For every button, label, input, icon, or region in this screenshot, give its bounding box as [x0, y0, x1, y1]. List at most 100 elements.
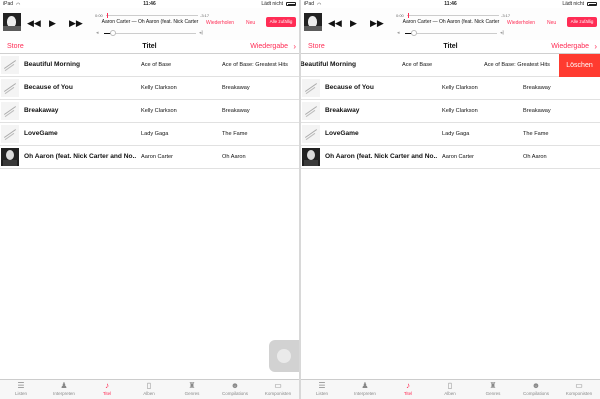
song-row[interactable]: Because of You Kelly Clarkson Breakaway	[0, 77, 299, 100]
song-artist: Kelly Clarkson	[141, 108, 177, 114]
album-artwork-thumbnail	[1, 148, 19, 166]
volume-low-icon: ◂	[96, 30, 99, 36]
play-icon[interactable]: ▶	[350, 18, 357, 28]
volume-knob[interactable]	[411, 30, 418, 36]
song-row[interactable]: LoveGame Lady Gaga The Fame	[0, 123, 299, 146]
new-button[interactable]: Neu	[547, 20, 556, 26]
song-artist: Aaron Carter	[141, 154, 174, 160]
music-note-icon: ♪	[406, 381, 410, 390]
tab-titel[interactable]: ♪ Titel	[387, 380, 429, 399]
tab-interpreten[interactable]: ♟ Interpreten	[43, 380, 85, 399]
navigation-bar: Store Titel Wiedergabe ›	[301, 40, 600, 54]
compilation-icon: ☻	[230, 381, 240, 390]
clock: 11:46	[143, 1, 156, 7]
song-row[interactable]: Beautiful Morning Ace of Base Ace of Base:…	[0, 54, 299, 77]
playlist-icon: ☰	[17, 381, 25, 390]
tab-alben[interactable]: ▯ Alben	[128, 380, 170, 399]
status-bar: iPad ◠ 11:46 Lädt nicht	[301, 0, 600, 8]
progress-playhead[interactable]	[106, 13, 108, 18]
remaining-time: -3:17	[200, 13, 210, 18]
chevron-right-icon[interactable]: ›	[594, 42, 597, 51]
song-album: The Fame	[222, 131, 248, 137]
song-row[interactable]: Oh Aaron (feat. Nick Carter and No... Aar…	[0, 146, 299, 169]
now-playing-artwork[interactable]	[3, 13, 21, 31]
elapsed-time: 0:00	[396, 13, 404, 18]
song-artist: Aaron Carter	[442, 154, 475, 160]
tab-label: Compilations	[522, 391, 549, 396]
album-artwork-thumbnail	[302, 148, 320, 166]
previous-track-icon[interactable]: ◀◀	[27, 18, 41, 28]
tab-listen[interactable]: ☰ Listen	[0, 380, 42, 399]
repeat-button[interactable]: Wiederholen	[507, 20, 535, 26]
ipad-screen-left: iPad ◠ 11:46 Lädt nicht ◀◀ ▶ ▶▶ 0:00 -3:…	[0, 0, 299, 399]
now-playing-artwork[interactable]	[304, 13, 322, 31]
tab-label: Komponisten	[565, 391, 593, 396]
shuffle-all-button[interactable]: Alle zufällig	[567, 17, 597, 27]
song-artist: Kelly Clarkson	[442, 85, 478, 91]
song-row[interactable]: Breakaway Kelly Clarkson Breakaway	[301, 100, 600, 123]
tab-genres[interactable]: ♜ Genres	[171, 380, 213, 399]
tab-alben[interactable]: ▯ Alben	[429, 380, 471, 399]
album-artwork-thumbnail	[1, 56, 19, 74]
tab-label: Compilations	[221, 391, 248, 396]
tab-label: Listen	[315, 391, 328, 396]
repeat-button[interactable]: Wiederholen	[206, 20, 234, 26]
song-artist: Lady Gaga	[442, 131, 470, 137]
delete-button[interactable]: Löschen	[559, 54, 600, 77]
album-icon: ▯	[447, 381, 453, 390]
song-row[interactable]: Breakaway Kelly Clarkson Breakaway	[0, 100, 299, 123]
artist-icon: ♟	[60, 381, 68, 390]
song-row[interactable]: Because of You Kelly Clarkson Breakaway	[301, 77, 600, 100]
tab-label: Alben	[143, 391, 155, 396]
tab-titel[interactable]: ♪ Titel	[86, 380, 128, 399]
next-track-icon[interactable]: ▶▶	[69, 18, 83, 28]
volume-low-icon: ◂	[397, 30, 400, 36]
previous-track-icon[interactable]: ◀◀	[328, 18, 342, 28]
play-icon[interactable]: ▶	[49, 18, 56, 28]
now-playing-button[interactable]: Wiedergabe	[250, 43, 288, 50]
song-title: Beautiful Morning	[24, 61, 81, 68]
next-track-icon[interactable]: ▶▶	[370, 18, 384, 28]
tab-komponisten[interactable]: ▭ Komponisten	[257, 380, 299, 399]
song-row[interactable]: Oh Aaron (feat. Nick Carter and No... Aar…	[301, 146, 600, 169]
status-bar: iPad ◠ 11:46 Lädt nicht	[0, 0, 299, 8]
song-title: Because of You	[24, 84, 73, 91]
song-artist: Ace of Base	[402, 62, 433, 68]
song-artist: Kelly Clarkson	[442, 108, 478, 114]
player-controls: ◀◀ ▶ ▶▶ 0:00 -3:17 Aaron Carter — Oh Aar…	[0, 8, 299, 40]
song-album: Breakaway	[523, 85, 551, 91]
tab-label: Interpreten	[354, 391, 376, 396]
progress-scrubber[interactable]	[407, 13, 499, 18]
song-title: Breakaway	[24, 107, 59, 114]
assistive-touch-button[interactable]	[269, 340, 299, 372]
album-artwork-thumbnail	[302, 79, 320, 97]
chevron-right-icon[interactable]: ›	[293, 42, 296, 51]
now-playing-button[interactable]: Wiedergabe	[551, 43, 589, 50]
tab-compilations[interactable]: ☻ Compilations	[214, 380, 256, 399]
tab-compilations[interactable]: ☻ Compilations	[515, 380, 557, 399]
progress-scrubber[interactable]	[106, 13, 198, 18]
compilation-icon: ☻	[531, 381, 541, 390]
volume-knob[interactable]	[110, 30, 117, 36]
new-button[interactable]: Neu	[246, 20, 255, 26]
music-note-icon: ♪	[105, 381, 109, 390]
album-artwork-thumbnail	[302, 125, 320, 143]
song-album: Breakaway	[222, 85, 250, 91]
album-icon: ▯	[146, 381, 152, 390]
progress-playhead[interactable]	[407, 13, 409, 18]
genre-icon: ♜	[188, 381, 196, 390]
song-album: Breakaway	[222, 108, 250, 114]
tab-interpreten[interactable]: ♟ Interpreten	[344, 380, 386, 399]
tab-komponisten[interactable]: ▭ Komponisten	[558, 380, 600, 399]
song-album: Ace of Base: Greatest Hits	[484, 62, 550, 68]
song-artist: Ace of Base	[141, 62, 172, 68]
volume-slider[interactable]	[405, 30, 497, 36]
shuffle-all-button[interactable]: Alle zufällig	[266, 17, 296, 27]
song-row[interactable]: LoveGame Lady Gaga The Fame	[301, 123, 600, 146]
song-row[interactable]: Beautiful Morning Ace of Base Ace of Base:…	[301, 54, 600, 77]
tab-label: Komponisten	[264, 391, 292, 396]
tab-listen[interactable]: ☰ Listen	[301, 380, 343, 399]
volume-slider[interactable]	[104, 30, 196, 36]
song-album: Oh Aaron	[222, 154, 246, 160]
tab-genres[interactable]: ♜ Genres	[472, 380, 514, 399]
